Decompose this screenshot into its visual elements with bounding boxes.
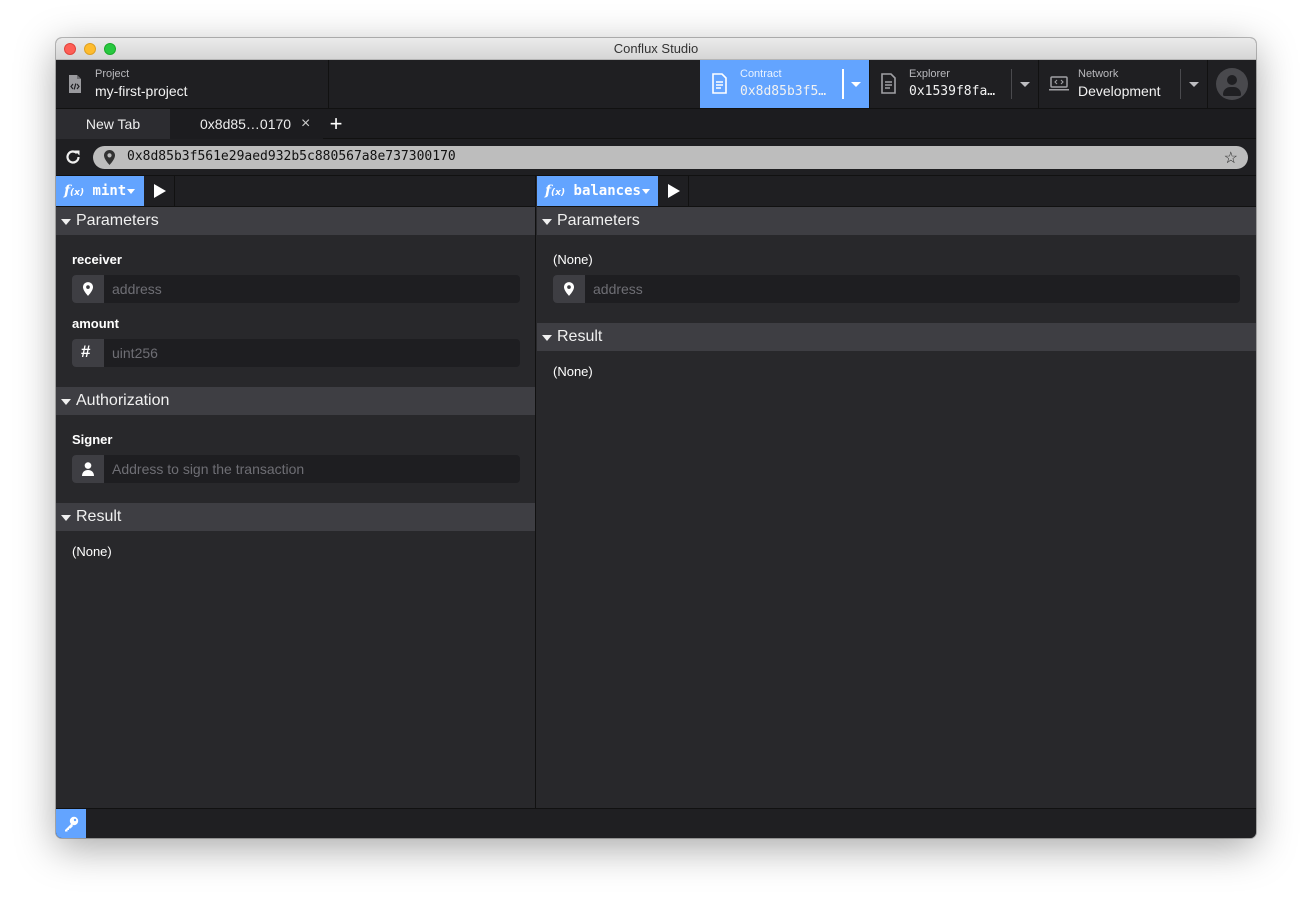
contract-label: Contract — [740, 68, 782, 80]
chevron-down-icon — [1020, 82, 1030, 87]
network-label: Network — [1078, 68, 1119, 80]
authorization-section-header[interactable]: Authorization — [56, 387, 535, 415]
parameters-title: Parameters — [76, 212, 159, 229]
tab-new-tab[interactable]: New Tab — [56, 109, 170, 139]
contract-address: 0x8d85b3f5… — [740, 84, 827, 99]
project-name: my-first-project — [95, 83, 188, 99]
hash-icon: # — [72, 339, 104, 367]
balances-address-placeholder: address — [593, 281, 643, 297]
map-pin-icon — [72, 275, 104, 303]
function-selector-mint[interactable]: f(x) mint — [56, 176, 144, 206]
star-icon[interactable]: ☆ — [1224, 148, 1238, 168]
result-value: (None) — [72, 544, 112, 559]
chevron-down-icon — [127, 189, 135, 194]
right-function-bar: f(x) balances — [537, 176, 1256, 207]
laptop-code-icon — [1049, 76, 1069, 91]
signer-input[interactable]: Address to sign the transaction — [72, 455, 520, 483]
function-name: mint — [92, 183, 127, 199]
network-selector[interactable]: Network Development — [1038, 60, 1207, 108]
amount-placeholder: uint256 — [112, 345, 158, 361]
run-function-button[interactable] — [658, 176, 689, 206]
header: Project my-first-project Contract 0x8d85… — [56, 60, 1256, 109]
explorer-address: 0x1539f8fa… — [909, 84, 996, 99]
zoom-window-button[interactable] — [104, 43, 116, 55]
chevron-down-icon — [1189, 82, 1199, 87]
parameters-section-header[interactable]: Parameters — [56, 207, 535, 235]
function-icon: f(x) — [545, 183, 566, 199]
contract-file-icon — [712, 73, 727, 94]
parameters-title: Parameters — [557, 212, 640, 229]
reload-icon[interactable] — [64, 148, 82, 166]
receiver-placeholder: address — [112, 281, 162, 297]
tab-contract-label: 0x8d85…0170 — [200, 116, 292, 132]
explorer-dropdown-button[interactable] — [1011, 60, 1038, 108]
parameters-section-header[interactable]: Parameters — [537, 207, 1256, 235]
run-function-button[interactable] — [144, 176, 175, 206]
result-title: Result — [557, 328, 603, 345]
status-bar — [56, 808, 1256, 838]
add-tab-icon[interactable]: + — [326, 109, 346, 139]
project-label: Project — [95, 68, 130, 80]
chevron-down-icon — [642, 189, 650, 194]
balances-address-input[interactable]: address — [553, 275, 1240, 303]
user-avatar-icon[interactable] — [1216, 68, 1248, 100]
tab-bar: New Tab 0x8d85…0170 × + — [56, 109, 1256, 139]
function-selector-balances[interactable]: f(x) balances — [537, 176, 658, 206]
explorer-selector[interactable]: Explorer 0x1539f8fa… — [869, 60, 1038, 108]
map-pin-icon — [553, 275, 585, 303]
contract-selector[interactable]: Contract 0x8d85b3f5… — [700, 60, 869, 108]
address-bar: 0x8d85b3f561e29aed932b5c880567a8e7373001… — [56, 139, 1256, 176]
chevron-down-icon — [851, 82, 861, 87]
left-function-bar: f(x) mint — [56, 176, 535, 207]
window-title: Conflux Studio — [613, 41, 699, 56]
address-text: 0x8d85b3f561e29aed932b5c880567a8e7373001… — [127, 149, 456, 164]
right-pane: f(x) balances Parameters (None) address … — [537, 176, 1256, 808]
result-value: (None) — [553, 364, 593, 379]
parameters-none-text: (None) — [553, 252, 593, 267]
project-selector[interactable]: Project my-first-project — [56, 60, 329, 108]
minimize-window-button[interactable] — [84, 43, 96, 55]
close-tab-icon[interactable]: × — [301, 109, 315, 139]
amount-input[interactable]: # uint256 — [72, 339, 520, 367]
title-bar: Conflux Studio — [56, 38, 1256, 60]
keypair-manager-button[interactable] — [56, 809, 86, 838]
result-title: Result — [76, 508, 122, 525]
file-code-icon — [69, 75, 81, 93]
map-pin-icon — [104, 150, 115, 165]
authorization-title: Authorization — [76, 392, 170, 409]
network-dropdown-button[interactable] — [1180, 60, 1207, 108]
user-menu[interactable] — [1207, 60, 1256, 108]
contract-dropdown-button[interactable] — [842, 60, 869, 108]
function-name: balances — [573, 183, 641, 199]
signer-placeholder: Address to sign the transaction — [112, 461, 305, 477]
result-section-header[interactable]: Result — [56, 503, 535, 531]
function-icon: f(x) — [64, 183, 85, 199]
left-pane: f(x) mint Parameters receiver address am… — [56, 176, 536, 808]
app-window: Conflux Studio Project my-first-project … — [56, 38, 1256, 838]
address-input[interactable]: 0x8d85b3f561e29aed932b5c880567a8e7373001… — [93, 146, 1248, 169]
result-section-header[interactable]: Result — [537, 323, 1256, 351]
key-icon — [65, 816, 79, 832]
network-name: Development — [1078, 83, 1161, 99]
explorer-label: Explorer — [909, 68, 950, 80]
receiver-label: receiver — [72, 252, 122, 267]
signer-label: Signer — [72, 432, 113, 447]
explorer-file-icon — [881, 73, 896, 94]
amount-label: amount — [72, 316, 119, 331]
close-window-button[interactable] — [64, 43, 76, 55]
receiver-input[interactable]: address — [72, 275, 520, 303]
user-icon — [72, 455, 104, 483]
